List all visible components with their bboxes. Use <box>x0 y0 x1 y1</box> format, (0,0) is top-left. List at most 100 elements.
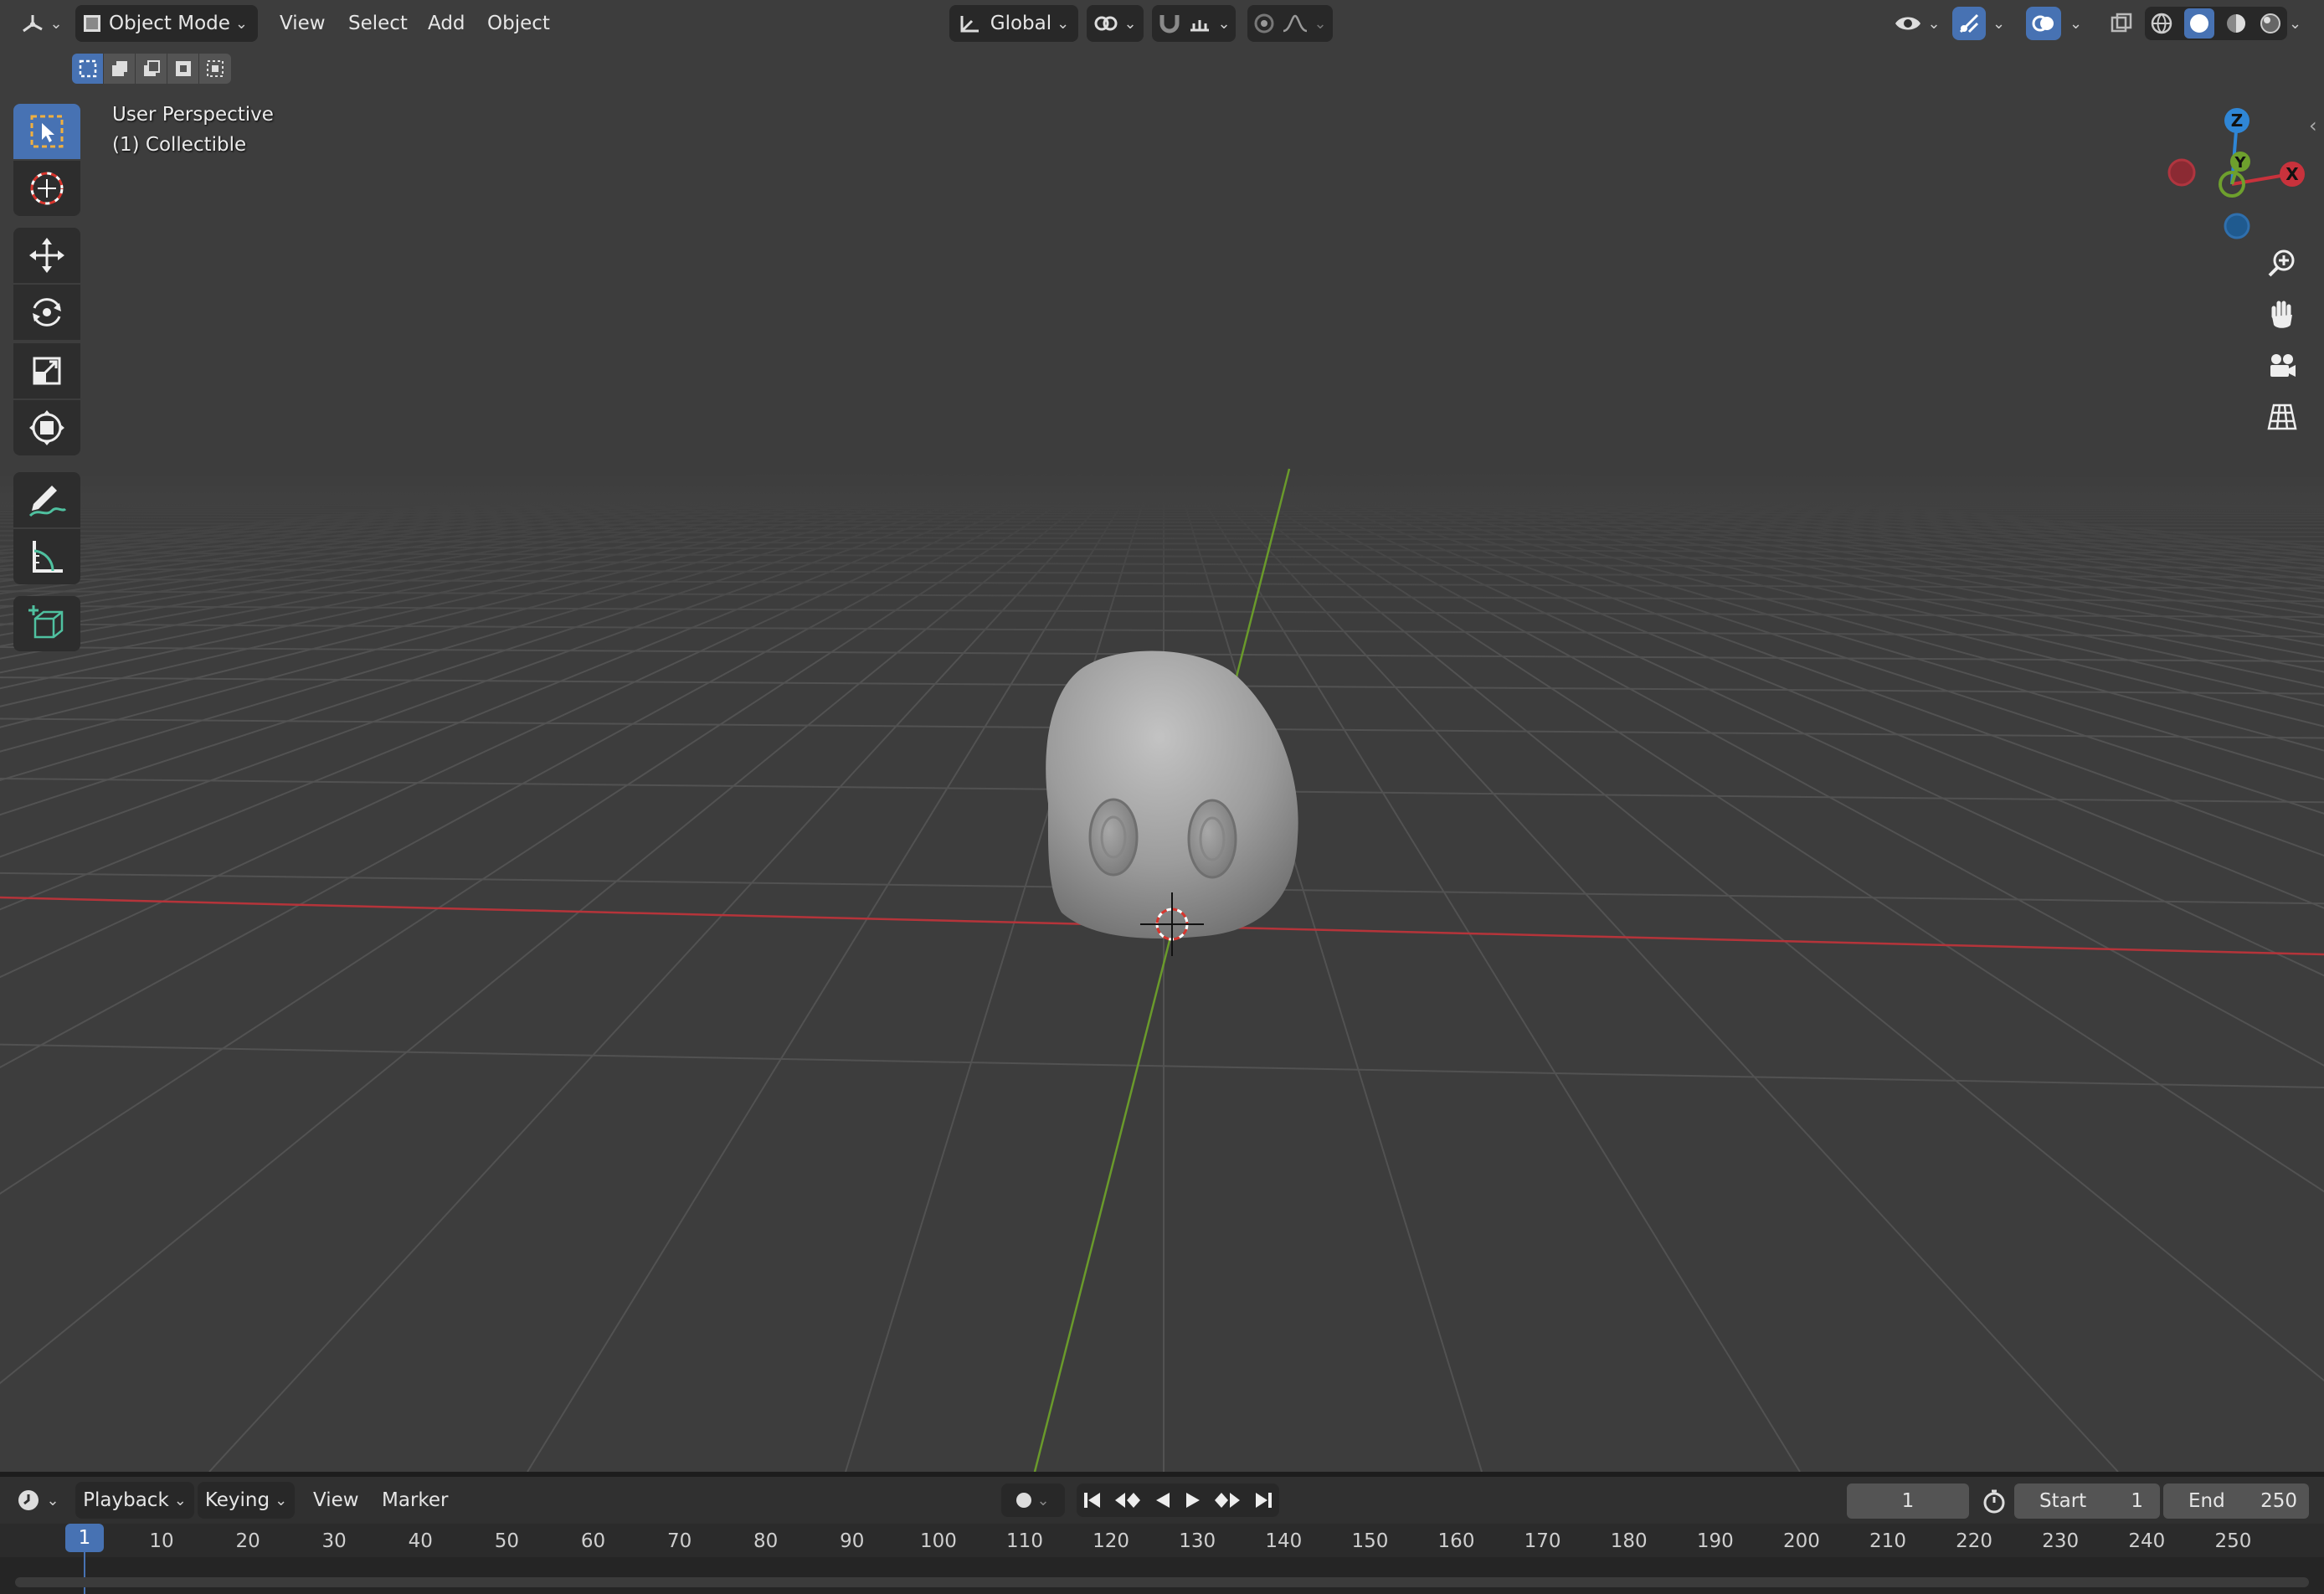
menu-playback[interactable]: Playback ⌄ <box>75 1482 194 1519</box>
ruler-tick-label: 100 <box>919 1530 957 1552</box>
camera-view-button[interactable] <box>2257 342 2307 392</box>
rendered-shading-icon[interactable] <box>2259 12 2282 35</box>
play-icon[interactable] <box>1183 1490 1203 1510</box>
playback-controls <box>1077 1483 1279 1517</box>
start-value: 1 <box>2131 1490 2143 1512</box>
material-shading-icon[interactable] <box>2224 12 2248 35</box>
wireframe-shading-icon[interactable] <box>2150 12 2173 35</box>
ruler-tick-label: 150 <box>1351 1530 1389 1552</box>
ruler-tick-label: 40 <box>408 1530 433 1552</box>
overlays-dropdown[interactable]: ⌄ <box>2066 5 2085 42</box>
pivot-icon <box>1094 16 1118 31</box>
end-frame-field[interactable]: End 250 <box>2163 1483 2309 1519</box>
start-frame-field[interactable]: Start 1 <box>2014 1483 2160 1519</box>
select-invert-button[interactable] <box>167 54 199 84</box>
floor-grid <box>0 0 2324 1472</box>
mode-dropdown[interactable]: Object Mode ⌄ <box>75 5 258 42</box>
gizmo-toggle[interactable] <box>1952 7 1986 40</box>
keying-label: Keying <box>204 1489 270 1511</box>
ruler-tick-label: 20 <box>235 1530 260 1552</box>
xray-icon <box>2111 13 2132 33</box>
pivot-point-dropdown[interactable]: ⌄ <box>1087 5 1144 42</box>
select-intersect-button[interactable] <box>199 54 231 84</box>
transform-orientation-dropdown[interactable]: Global ⌄ <box>949 5 1078 42</box>
cursor-icon <box>30 172 64 205</box>
pan-button[interactable] <box>2257 290 2307 340</box>
viewport-editor-icon <box>23 15 44 33</box>
gizmo-z-label: Z <box>2231 111 2244 131</box>
proportional-editing[interactable]: ⌄ <box>1247 5 1333 42</box>
ruler-tick-label: 230 <box>2042 1530 2080 1552</box>
tool-move[interactable] <box>13 228 80 283</box>
hand-pan-icon <box>2271 301 2292 328</box>
viewport-header: ⌄ Object Mode ⌄ View Select Add Object G… <box>0 0 2324 47</box>
play-reverse-icon[interactable] <box>1153 1490 1173 1510</box>
frame-ruler[interactable]: 10 20 30 40 50 60 70 80 90 100 110 120 130 140 150 160 1… <box>0 1524 2324 1557</box>
select-extend-button[interactable] <box>104 54 136 84</box>
stopwatch-icon <box>1983 1489 2005 1514</box>
timeline-editor: ⌄ Playback ⌄ Keying ⌄ View Marker ⌄ 1 St… <box>0 1472 2324 1594</box>
ruler-tick-label: 250 <box>2214 1530 2252 1552</box>
tool-cursor[interactable] <box>13 161 80 216</box>
solid-shading-button[interactable] <box>2183 8 2214 39</box>
overlays-toggle[interactable] <box>2026 7 2061 40</box>
menu-keying[interactable]: Keying ⌄ <box>198 1482 295 1519</box>
select-intersect-icon <box>207 60 224 77</box>
menu-select[interactable]: Select <box>345 5 411 42</box>
prev-keyframe-icon[interactable] <box>1113 1490 1142 1510</box>
selection-mode-group <box>72 54 233 84</box>
tool-scale[interactable] <box>13 343 80 398</box>
tool-annotate[interactable] <box>13 472 80 527</box>
ortho-toggle-button[interactable] <box>2257 392 2307 442</box>
tool-transform[interactable] <box>13 400 80 455</box>
playhead-frame-indicator[interactable]: 1 <box>65 1524 104 1552</box>
timeline-header: ⌄ Playback ⌄ Keying ⌄ View Marker ⌄ 1 St… <box>0 1477 2324 1525</box>
preview-range-toggle[interactable] <box>1977 1483 2011 1519</box>
timeline-editor-type-button[interactable]: ⌄ <box>12 1482 64 1519</box>
visibility-dropdown[interactable]: ⌄ <box>1890 5 1944 42</box>
ruler-tick-label: 170 <box>1524 1530 1561 1552</box>
select-subtract-icon <box>143 60 160 76</box>
3d-viewport[interactable]: ⌄ Object Mode ⌄ View Select Add Object G… <box>0 0 2324 1472</box>
playhead-line <box>84 1552 85 1594</box>
timeline-track-area[interactable] <box>0 1557 2324 1594</box>
ruler-tick-label: 30 <box>321 1530 347 1552</box>
sidebar-toggle-icon[interactable]: ‹ <box>2309 114 2317 137</box>
xray-toggle[interactable] <box>2105 7 2138 40</box>
select-subtract-button[interactable] <box>136 54 167 84</box>
menu-add[interactable]: Add <box>424 5 469 42</box>
tool-rotate[interactable] <box>13 285 80 340</box>
gizmo-dropdown[interactable]: ⌄ <box>1989 5 2008 42</box>
ruler-tick-label: 50 <box>494 1530 520 1552</box>
next-keyframe-icon[interactable] <box>1213 1490 1242 1510</box>
menu-object[interactable]: Object <box>484 5 553 42</box>
current-frame-field[interactable]: 1 <box>1847 1483 1969 1519</box>
object-mode-icon <box>84 15 100 32</box>
jump-start-icon[interactable] <box>1082 1490 1103 1510</box>
ruler-tick-label: 130 <box>1179 1530 1216 1552</box>
editor-type-button[interactable]: ⌄ <box>18 5 65 42</box>
ruler-tick-label: 220 <box>1956 1530 1993 1552</box>
ruler-tick-label: 160 <box>1437 1530 1475 1552</box>
navigation-gizmo[interactable]: Z X Y <box>2160 100 2307 248</box>
tool-add-cube[interactable] <box>13 596 80 651</box>
shading-dropdown[interactable]: ⌄ <box>2285 5 2305 42</box>
gizmo-icon <box>1959 13 1979 33</box>
falloff-curve-icon <box>1283 14 1308 33</box>
tool-measure[interactable] <box>13 529 80 584</box>
snap-toggle[interactable]: ⌄ <box>1152 5 1236 42</box>
orientation-icon <box>960 16 979 33</box>
ruler-tick-label: 110 <box>1006 1530 1043 1552</box>
ruler-tick-label: 120 <box>1093 1530 1130 1552</box>
ruler-tick-label: 80 <box>753 1530 779 1552</box>
select-new-button[interactable] <box>72 54 104 84</box>
timeline-scrollbar[interactable] <box>15 1577 2309 1587</box>
timeline-menu-view[interactable]: View <box>310 1482 362 1519</box>
zoom-button[interactable] <box>2257 238 2307 288</box>
overlays-icon <box>2032 15 2054 32</box>
auto-keying-toggle[interactable]: ⌄ <box>1001 1483 1065 1517</box>
tool-select-box[interactable] <box>13 104 80 159</box>
jump-end-icon[interactable] <box>1252 1490 1274 1510</box>
menu-view[interactable]: View <box>276 5 329 42</box>
timeline-menu-marker[interactable]: Marker <box>378 1482 452 1519</box>
